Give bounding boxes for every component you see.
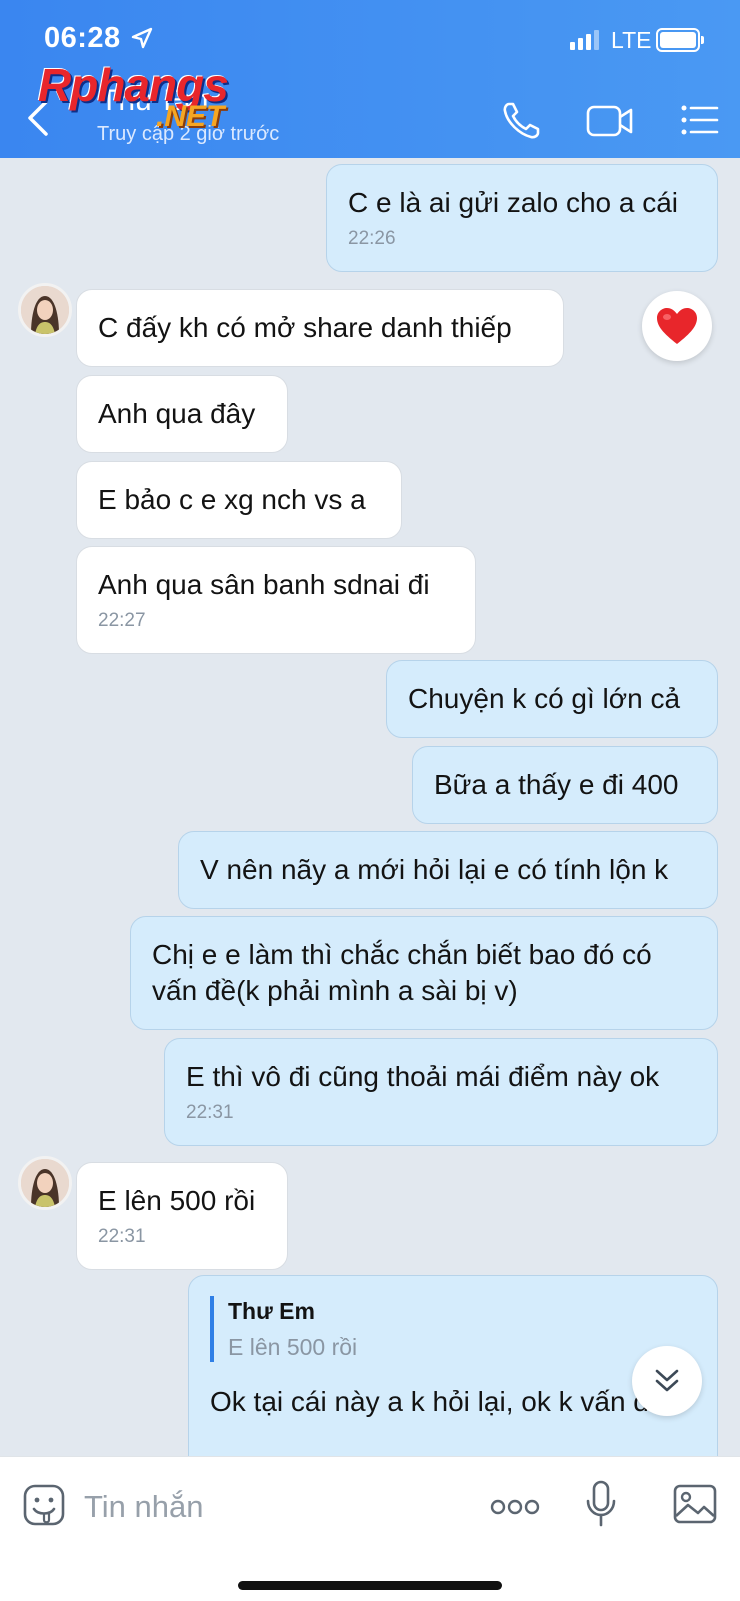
avatar[interactable]	[18, 1156, 72, 1210]
double-chevron-down-icon	[655, 1369, 679, 1392]
message-bubble[interactable]: E thì vô đi cũng thoải mái điểm này ok 2…	[164, 1038, 718, 1146]
message-text: Bữa a thấy e đi 400	[434, 769, 679, 800]
message-text: Anh qua sân banh sdnai đi	[98, 569, 430, 600]
message-bubble[interactable]: Chị e e làm thì chắc chắn biết bao đó có…	[130, 916, 718, 1030]
message-time: 22:26	[348, 228, 396, 249]
message-list[interactable]: C e là ai gửi zalo cho a cái 22:26 C đấy…	[0, 158, 740, 1456]
message-bubble[interactable]: C e là ai gửi zalo cho a cái 22:26	[326, 164, 718, 272]
location-arrow-icon	[131, 27, 153, 49]
message-text: C đấy kh có mở share danh thiếp	[98, 312, 512, 343]
status-time: 06:28	[44, 22, 121, 54]
message-bubble[interactable]: Anh qua sân banh sdnai đi 22:27	[76, 546, 476, 654]
message-time: 22:27	[98, 610, 146, 631]
battery-icon	[656, 28, 704, 52]
message-bubble[interactable]: Chuyện k có gì lớn cả	[386, 660, 718, 738]
message-text: E bảo c e xg nch vs a	[98, 484, 366, 515]
message-bubble[interactable]: V nên nãy a mới hỏi lại e có tính lộn k	[178, 831, 718, 909]
avatar-photo	[21, 1159, 69, 1207]
quoted-message[interactable]: Thư Em E lên 500 rồi	[210, 1296, 696, 1362]
quoted-sender: Thư Em	[228, 1298, 315, 1324]
message-text: E lên 500 rồi	[98, 1185, 256, 1216]
message-bubble[interactable]: E lên 500 rồi 22:31	[76, 1162, 288, 1270]
quoted-text: E lên 500 rồi	[228, 1334, 358, 1360]
watermark-suffix: .NET	[156, 100, 225, 133]
image-gallery-icon[interactable]	[672, 1483, 718, 1525]
menu-icon[interactable]	[680, 104, 720, 136]
network-type: LTE	[611, 27, 652, 53]
microphone-icon[interactable]	[584, 1479, 618, 1529]
scroll-to-bottom-button[interactable]	[632, 1346, 702, 1416]
message-bubble[interactable]: C đấy kh có mở share danh thiếp	[76, 289, 564, 367]
more-options-icon[interactable]	[490, 1497, 540, 1517]
message-time: 22:31	[186, 1102, 234, 1123]
message-text: C e là ai gửi zalo cho a cái	[348, 187, 679, 218]
message-text: Chị e e làm thì chắc chắn biết bao đó có…	[152, 939, 652, 1006]
phone-icon[interactable]	[500, 100, 542, 142]
message-text: Ok tại cái này a k hỏi lại, ok k vấn đề	[210, 1386, 665, 1417]
message-bubble[interactable]: Anh qua đây	[76, 375, 288, 453]
message-text: V nên nãy a mới hỏi lại e có tính lộn k	[200, 854, 669, 885]
message-time: 22:31	[98, 1226, 146, 1247]
message-text: Anh qua đây	[98, 398, 256, 429]
chat-header: 06:28 LTE Thư Em Truy cập 2 giờ trước Rp…	[0, 0, 740, 158]
watermark-logo: Rphangs .NET	[38, 58, 268, 142]
signal-icon	[570, 30, 599, 50]
message-input[interactable]: Tin nhắn	[84, 1489, 204, 1525]
message-bubble[interactable]: E bảo c e xg nch vs a	[76, 461, 402, 539]
avatar-photo	[21, 286, 69, 334]
sticker-icon[interactable]	[22, 1483, 66, 1527]
message-bubble[interactable]: Bữa a thấy e đi 400	[412, 746, 718, 824]
message-input-bar: Tin nhắn	[0, 1456, 740, 1601]
message-text: Chuyện k có gì lớn cả	[408, 683, 681, 714]
video-call-icon[interactable]	[586, 104, 634, 138]
avatar[interactable]	[18, 283, 72, 337]
message-text: E thì vô đi cũng thoải mái điểm này ok	[186, 1061, 660, 1092]
reaction-heart[interactable]	[642, 291, 712, 361]
home-indicator	[238, 1581, 502, 1590]
heart-icon	[657, 308, 697, 344]
